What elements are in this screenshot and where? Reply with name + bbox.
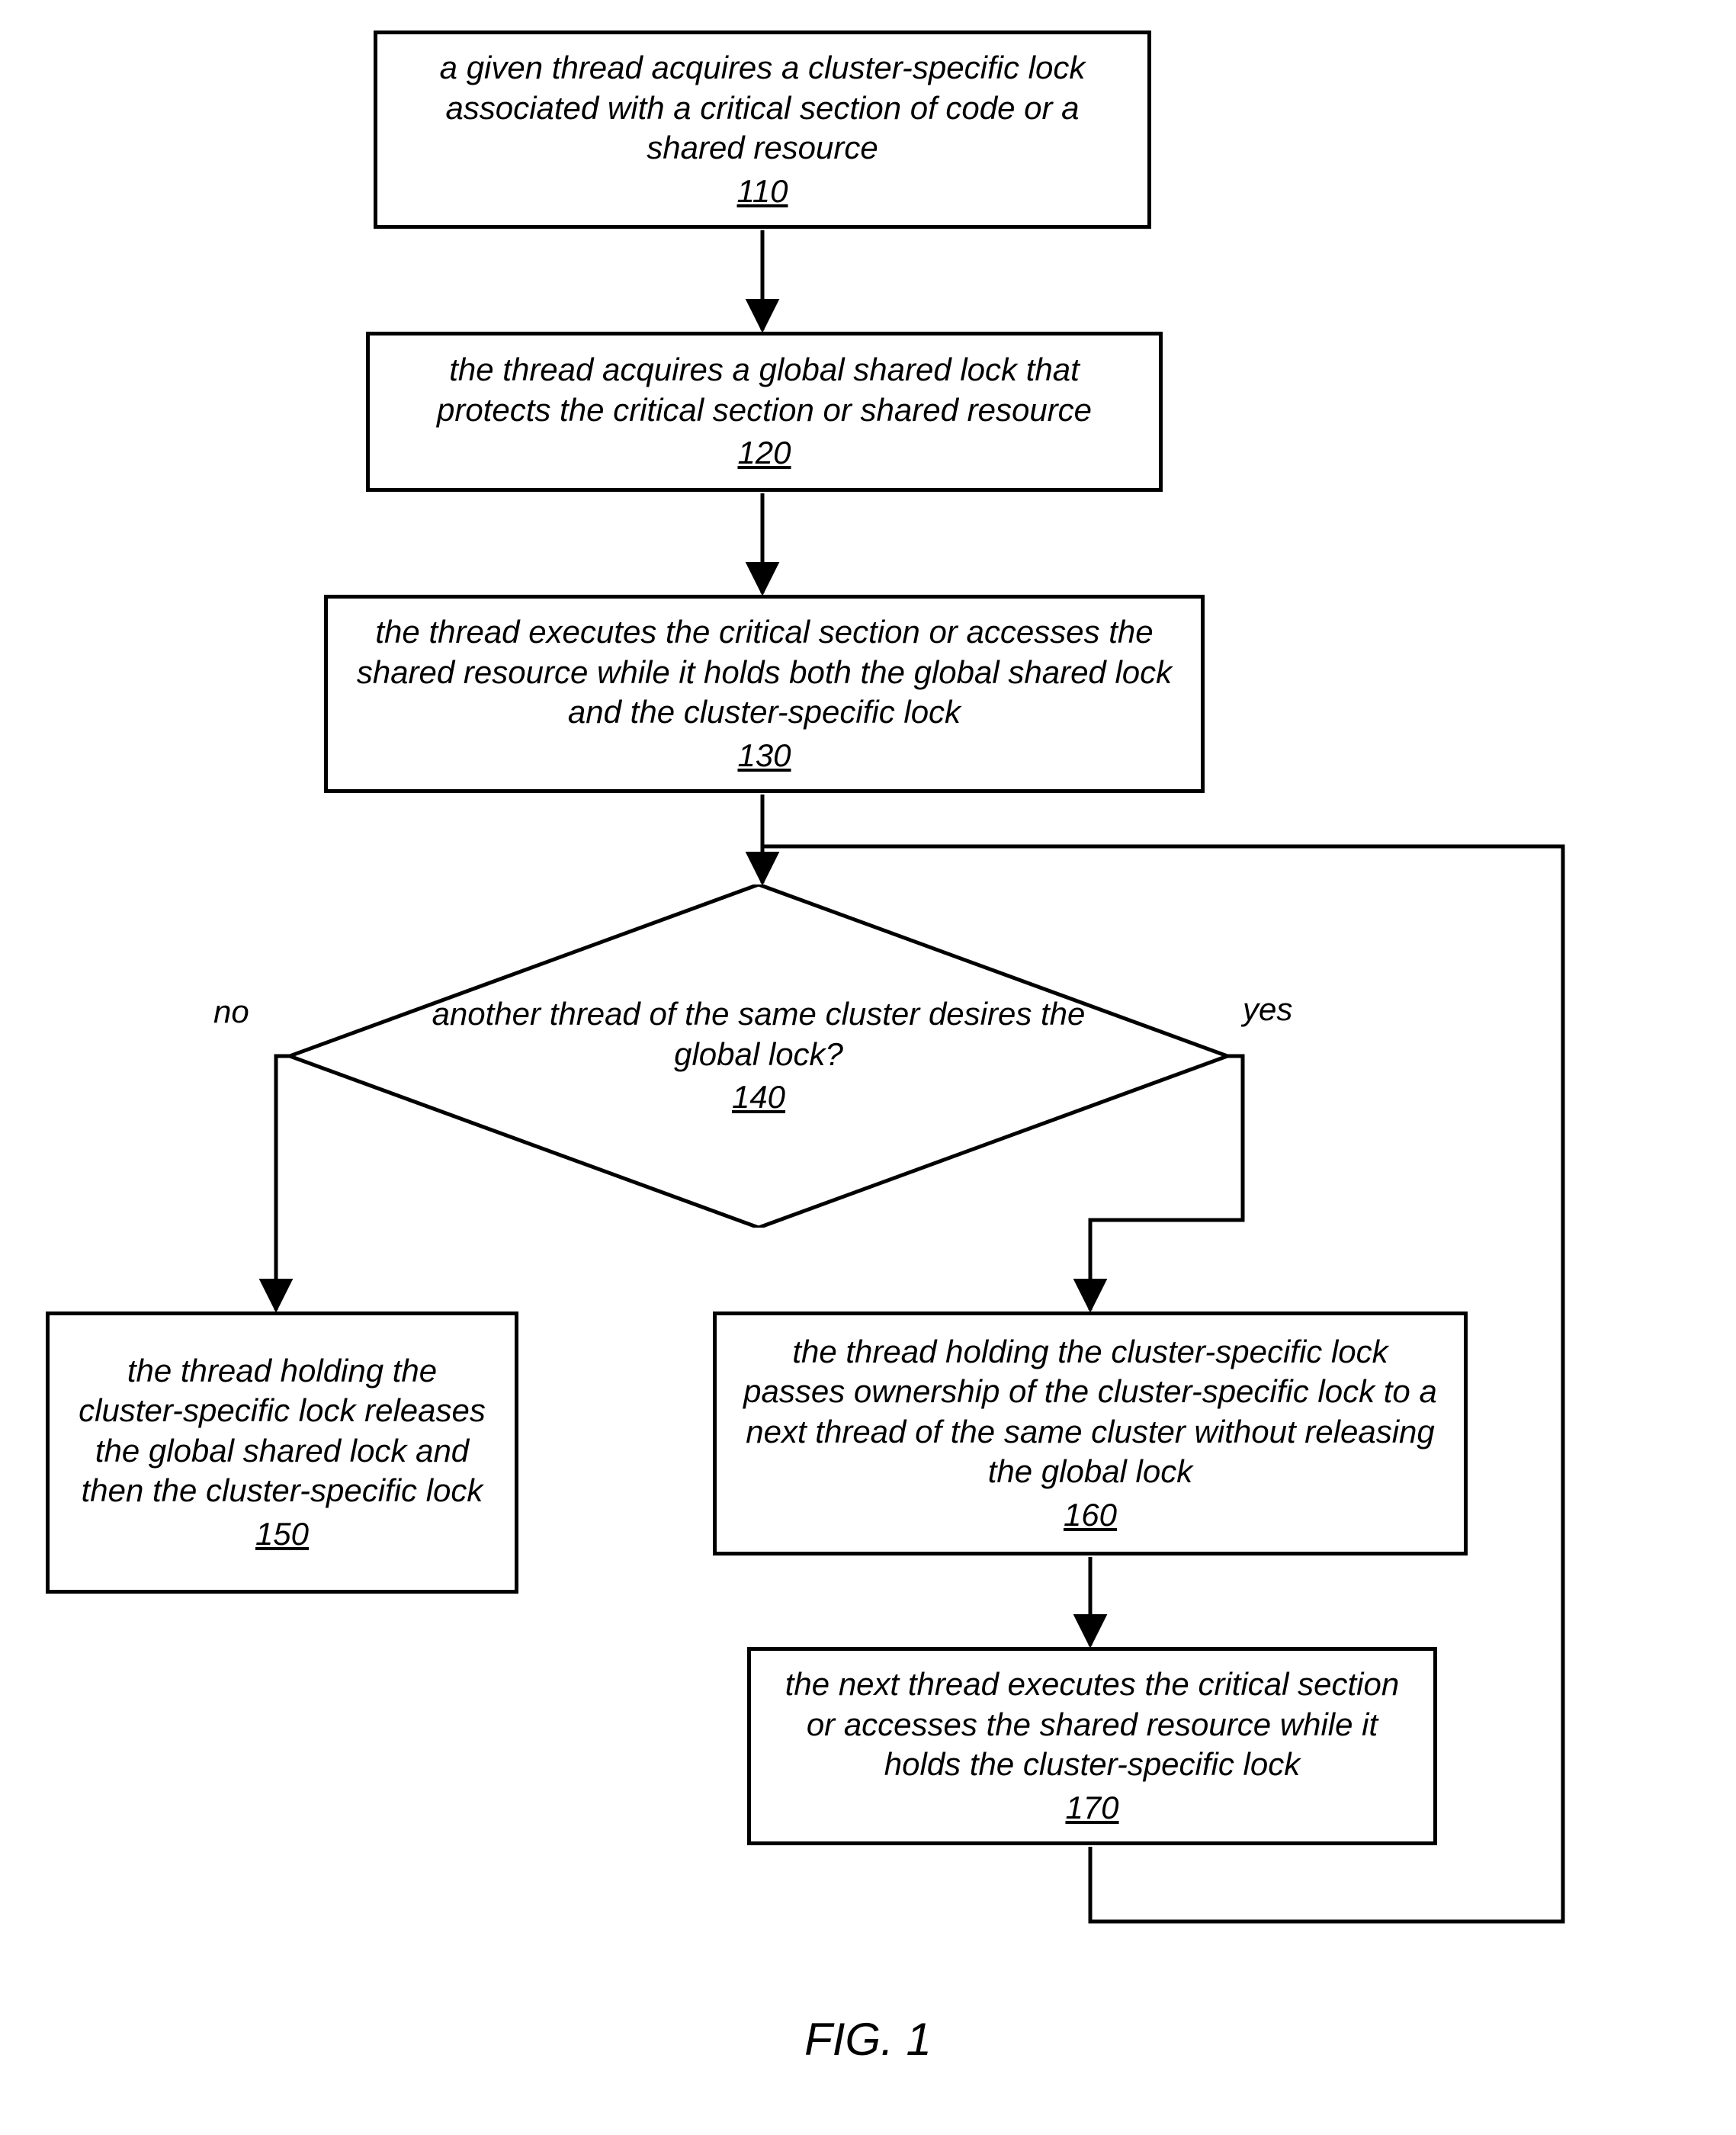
box-text: the thread acquires a global shared lock… xyxy=(437,352,1092,428)
box-text: the thread executes the critical section… xyxy=(357,614,1172,730)
process-box-160: the thread holding the cluster-specific … xyxy=(713,1312,1468,1556)
diamond-ref: 140 xyxy=(732,1077,785,1118)
process-box-150: the thread holding the cluster-specific … xyxy=(46,1312,518,1594)
edge-label-no: no xyxy=(213,994,249,1030)
box-ref: 130 xyxy=(737,736,791,776)
box-text: the thread holding the cluster-specific … xyxy=(743,1334,1437,1490)
box-ref: 120 xyxy=(737,433,791,474)
box-content: the thread acquires a global shared lock… xyxy=(393,350,1136,474)
box-ref: 150 xyxy=(255,1514,309,1555)
process-box-170: the next thread executes the critical se… xyxy=(747,1647,1437,1845)
box-content: the thread holding the cluster-specific … xyxy=(72,1351,492,1555)
box-content: the thread holding the cluster-specific … xyxy=(740,1332,1441,1536)
box-text: a given thread acquires a cluster-specif… xyxy=(440,50,1086,165)
diamond-text: another thread of the same cluster desir… xyxy=(432,996,1086,1072)
box-content: a given thread acquires a cluster-specif… xyxy=(400,48,1125,211)
process-box-110: a given thread acquires a cluster-specif… xyxy=(374,30,1151,229)
flowchart-canvas: a given thread acquires a cluster-specif… xyxy=(30,30,1706,2104)
box-ref: 160 xyxy=(1064,1495,1117,1536)
box-text: the thread holding the cluster-specific … xyxy=(79,1353,486,1509)
edge-label-yes: yes xyxy=(1243,991,1292,1028)
box-ref: 110 xyxy=(737,172,788,212)
box-content: the next thread executes the critical se… xyxy=(774,1665,1410,1828)
box-text: the next thread executes the critical se… xyxy=(785,1666,1399,1782)
process-box-120: the thread acquires a global shared lock… xyxy=(366,332,1163,492)
decision-diamond-140: another thread of the same cluster desir… xyxy=(290,884,1227,1228)
box-content: the thread executes the critical section… xyxy=(351,612,1178,775)
box-ref: 170 xyxy=(1065,1788,1118,1828)
diamond-content: another thread of the same cluster desir… xyxy=(290,884,1227,1228)
process-box-130: the thread executes the critical section… xyxy=(324,595,1205,793)
figure-caption: FIG. 1 xyxy=(30,2013,1706,2066)
